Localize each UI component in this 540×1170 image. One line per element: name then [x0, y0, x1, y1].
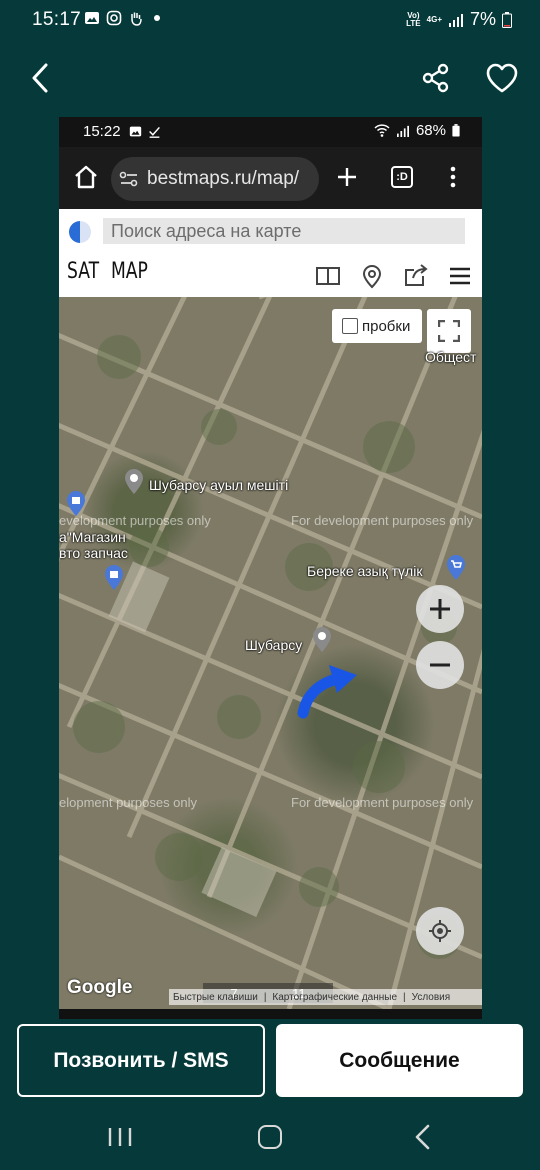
map-label-obshch: Общест [425, 349, 477, 365]
map-label-shubarsu: Шубарсу [245, 637, 303, 653]
traffic-label: пробки [362, 317, 411, 335]
traffic-checkbox[interactable] [342, 318, 358, 334]
place-pin-icon[interactable] [311, 627, 333, 653]
download-done-icon [149, 126, 160, 138]
hand-icon [131, 12, 142, 26]
volte-label: Vo) LTE [406, 10, 421, 28]
gallery-icon [85, 12, 99, 24]
new-tab-icon[interactable] [335, 165, 359, 189]
browser-toolbar: bestmaps.ru/map/ :D [59, 147, 482, 209]
traffic-toggle[interactable]: пробки [332, 309, 422, 343]
satellite-map[interactable]: пробки Общест Шубарсу ауыл мешіті evelop… [59, 297, 482, 1009]
fullscreen-icon [438, 320, 460, 342]
grocery-pin-icon[interactable] [445, 555, 467, 581]
listing-image[interactable]: 15:22 68% bestmaps.ru/map/ :D SAT MAP [59, 117, 482, 1019]
mosque-pin-icon[interactable] [123, 469, 145, 495]
status-right: Vo) LTE 4G+ 7% [406, 9, 512, 30]
map-label-mosque: Шубарсу ауыл мешіті [149, 477, 289, 493]
back-nav-icon[interactable] [412, 1124, 434, 1150]
site-header: SAT MAP [59, 209, 482, 297]
hand-drawn-arrow-icon [297, 665, 357, 719]
signal-icon [448, 13, 463, 27]
minus-icon [430, 663, 450, 667]
chevron-left-icon [32, 63, 48, 93]
signal-icon [396, 125, 409, 137]
footer-map-data[interactable]: Картографические данные [272, 992, 397, 1003]
wifi-icon [374, 124, 390, 137]
footer-separator: | [403, 991, 406, 1003]
my-location-button[interactable] [416, 907, 464, 955]
embedded-battery: 68% [415, 122, 446, 139]
plus-icon [430, 599, 450, 619]
crosshair-icon [429, 920, 451, 942]
embedded-status-bar: 15:22 68% [59, 117, 482, 147]
menu-icon[interactable] [447, 263, 473, 289]
map-label-magazin: а"Магазин [59, 529, 126, 545]
location-pin-icon[interactable] [359, 263, 385, 289]
watermark-top-right: For development purposes only [291, 513, 474, 528]
footer-shortcuts[interactable]: Быстрые клавиши [173, 992, 258, 1003]
tab-switcher-button[interactable]: :D [391, 166, 413, 188]
site-settings-icon[interactable] [119, 170, 139, 188]
system-nav-bar [0, 1108, 540, 1170]
fullscreen-button[interactable] [427, 309, 471, 353]
message-button[interactable]: Сообщение [276, 1024, 523, 1097]
call-sms-button[interactable]: Позвонить / SMS [17, 1024, 265, 1097]
status-bar: 15:17 Vo) LTE 4G+ 7% [0, 0, 540, 40]
zoom-out-button[interactable] [416, 641, 464, 689]
map-attribution: Быстрые клавиши | Картографические данны… [169, 989, 482, 1005]
app-top-bar [0, 50, 540, 110]
home-icon[interactable] [73, 164, 99, 190]
embedded-notification-icons [129, 125, 161, 138]
footer-terms[interactable]: Условия [412, 992, 451, 1003]
site-logo [69, 221, 91, 243]
embedded-time: 15:22 [83, 123, 121, 140]
watermark-top-left: evelopment purposes only [59, 513, 211, 528]
url-text: bestmaps.ru/map/ [147, 168, 300, 189]
gallery-icon [129, 126, 142, 137]
more-vert-icon[interactable] [447, 165, 459, 189]
address-search-input[interactable] [103, 218, 465, 244]
embedded-status-right: 68% [374, 122, 460, 139]
watermark-bottom-right: For development purposes only [291, 795, 474, 810]
map-label-auto-parts: вто запчас [59, 545, 128, 561]
tab-map[interactable]: MAP [111, 259, 148, 284]
battery-percent: 7% [469, 9, 496, 29]
footer-separator: | [263, 991, 267, 1003]
url-bar[interactable]: bestmaps.ru/map/ [111, 157, 319, 201]
more-notifications-dot [154, 15, 160, 21]
home-button[interactable] [258, 1125, 282, 1149]
battery-icon [452, 124, 460, 137]
back-button[interactable] [22, 58, 58, 98]
instagram-icon [106, 10, 122, 26]
favorite-button[interactable] [480, 58, 524, 98]
google-logo: Google [67, 977, 133, 998]
store-pin-icon[interactable] [103, 565, 125, 591]
status-time: 15:17 [32, 9, 82, 30]
recent-apps-icon[interactable] [106, 1126, 134, 1148]
zoom-in-button[interactable] [416, 585, 464, 633]
share-out-icon[interactable] [403, 263, 429, 289]
watermark-bottom-left: elopment purposes only [59, 795, 198, 810]
notification-icons [84, 10, 160, 26]
share-button[interactable] [416, 58, 456, 98]
map-label-bereke: Береке азық түлік [307, 563, 423, 579]
split-view-icon[interactable] [315, 263, 341, 289]
battery-icon [502, 11, 512, 28]
tab-sat[interactable]: SAT [67, 259, 99, 284]
share-icon [422, 63, 449, 93]
heart-icon [486, 63, 518, 93]
network-label: 4G+ [426, 14, 442, 24]
